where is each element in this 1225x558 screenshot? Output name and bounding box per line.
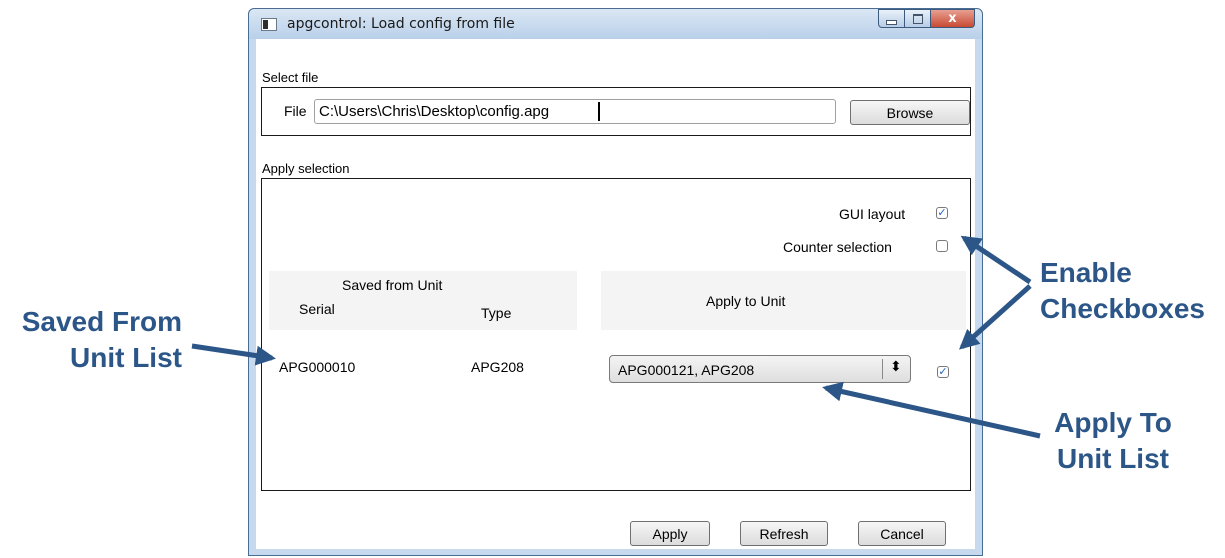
annotation-arrow-icon <box>191 343 276 366</box>
annotation-arrow-icon <box>822 381 1041 439</box>
annotation-arrows <box>191 235 1041 439</box>
annotation-arrow-icon <box>959 284 1032 350</box>
annotation-arrow-icon <box>960 235 1032 285</box>
